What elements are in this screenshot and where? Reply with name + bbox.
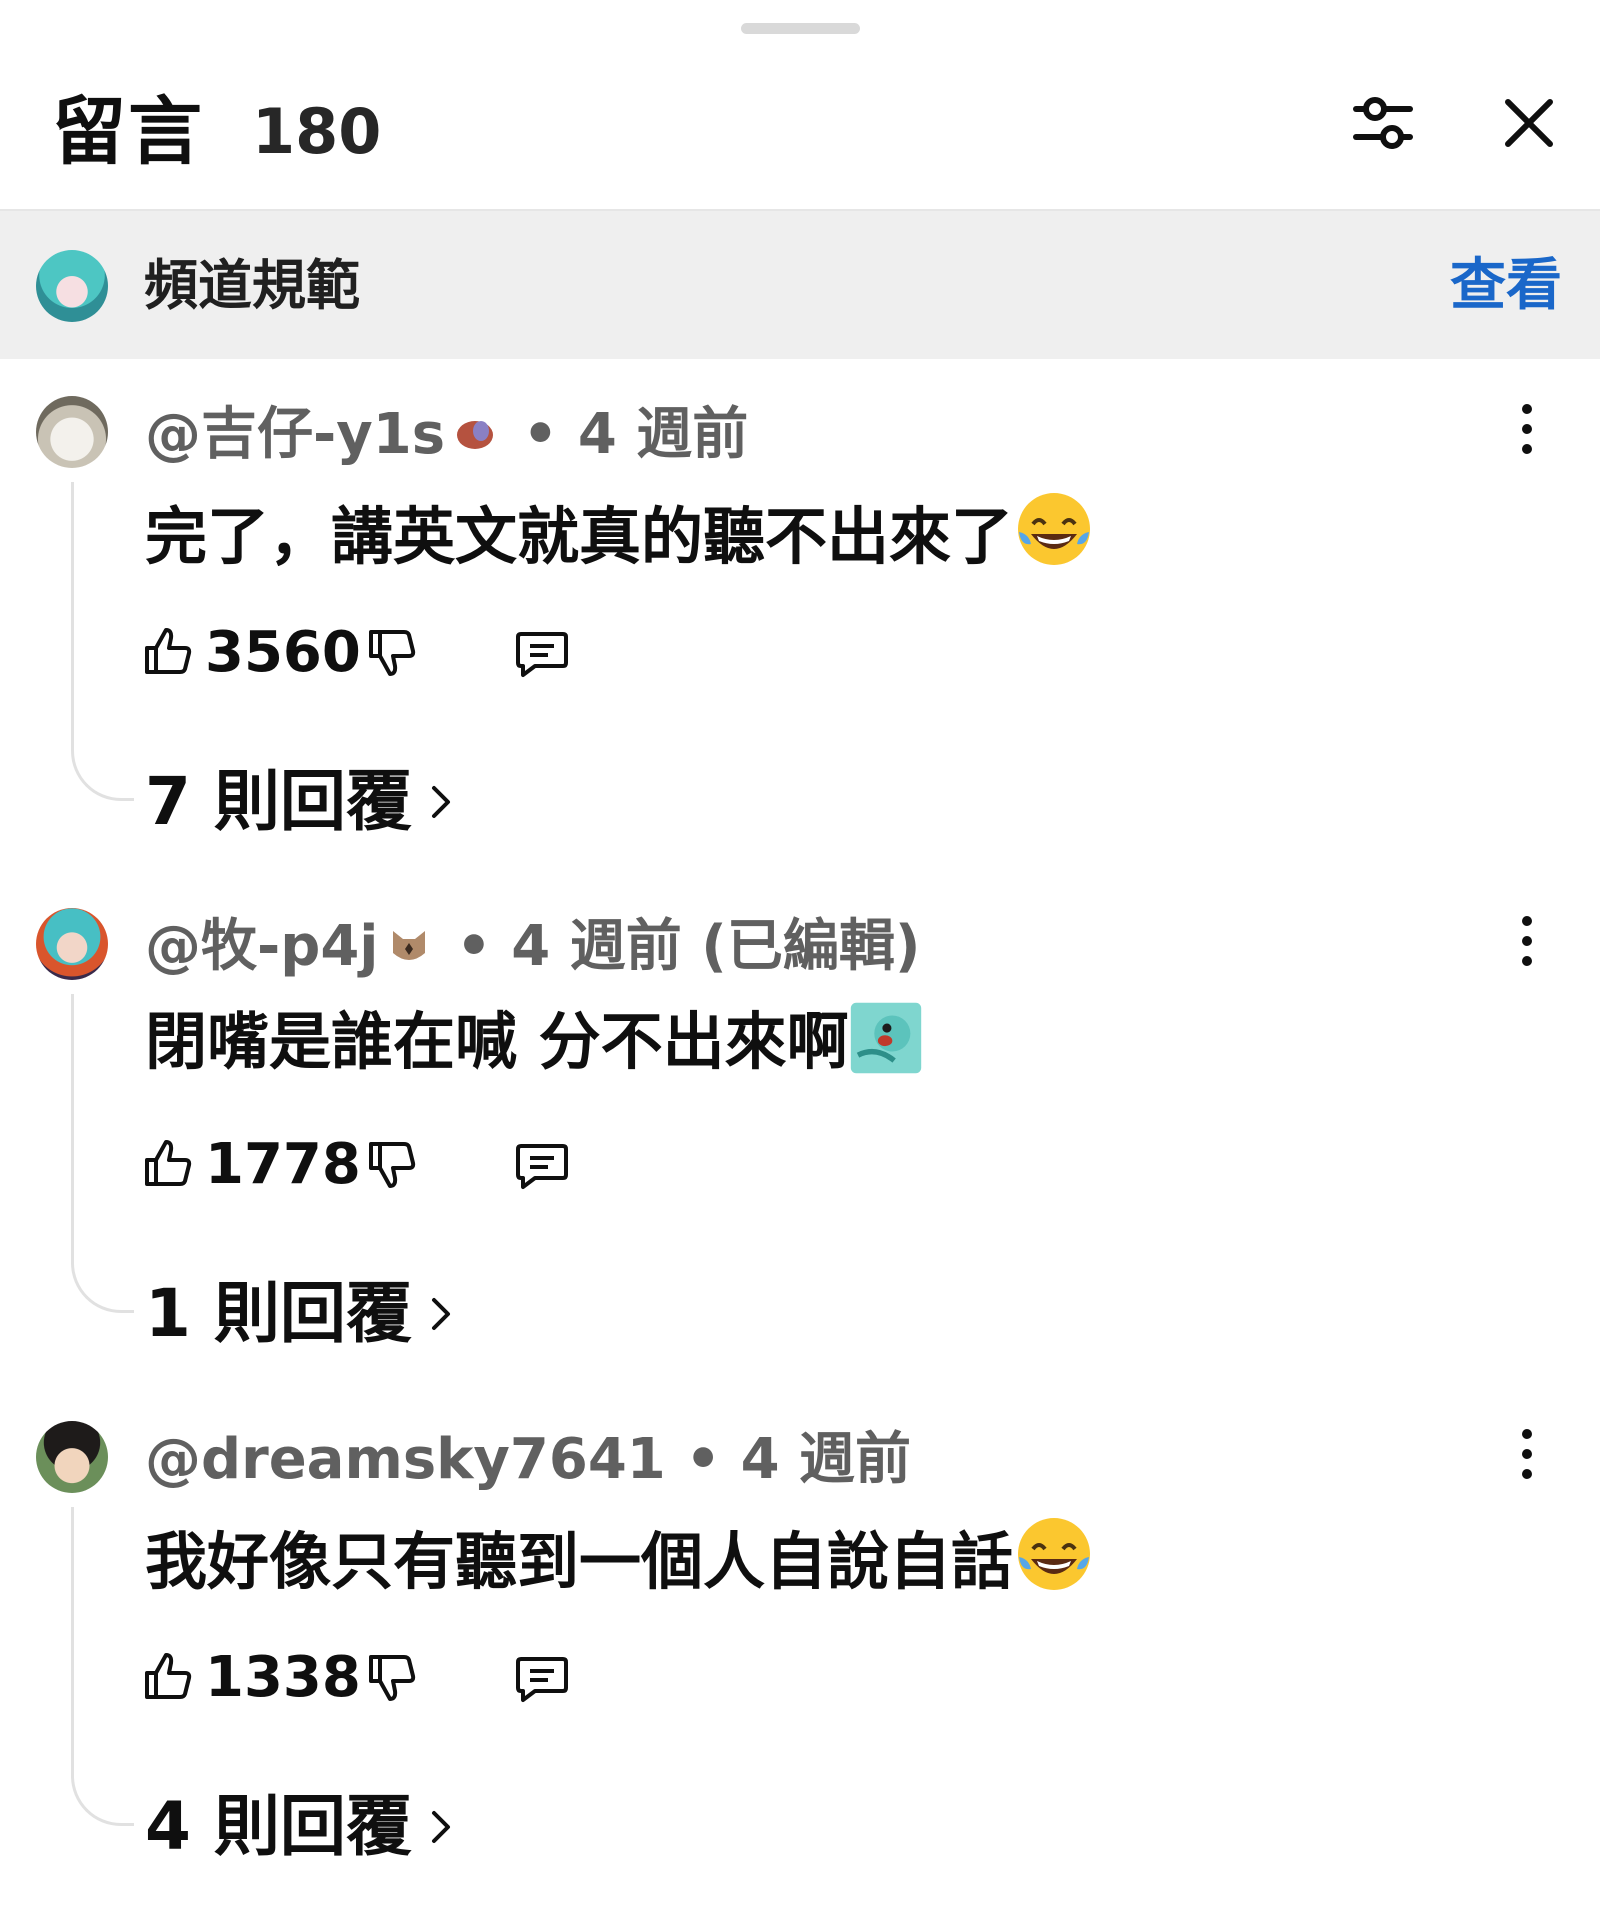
comments-header: 留言 180 (0, 0, 1600, 211)
thread-line (71, 1507, 134, 1826)
more-options-icon[interactable] (1512, 914, 1542, 968)
author-handle[interactable]: @吉仔-y1s (145, 402, 445, 467)
view-guidelines-link[interactable]: 查看 (1450, 253, 1562, 319)
author-handle[interactable]: @dreamsky7641 (145, 1427, 666, 1492)
reply-icon[interactable] (515, 628, 569, 678)
reply-icon[interactable] (515, 1653, 569, 1703)
like-count: 3560 (205, 620, 361, 685)
comment-text-content: 完了，講英文就真的聽不出來了 (145, 500, 1014, 573)
channel-avatar (36, 250, 108, 322)
view-replies-button[interactable]: 4 則回覆 (145, 1787, 456, 1867)
more-options-icon[interactable] (1512, 1427, 1542, 1481)
separator-dot: • (456, 914, 492, 979)
member-badge-icon (457, 421, 494, 449)
thumbs-up-icon[interactable] (143, 1138, 193, 1188)
member-badge-icon (392, 931, 425, 960)
replies-label: 4 則回覆 (145, 1788, 412, 1865)
close-icon[interactable] (1502, 96, 1556, 150)
comment-meta: @dreamsky7641 • 4 週前 (145, 1425, 911, 1495)
sort-filter-icon[interactable] (1350, 94, 1416, 152)
avatar[interactable] (36, 1421, 108, 1493)
comment-text: 閉嘴是誰在喊 分不出來啊 (145, 1000, 923, 1084)
sticker-emoji-icon (850, 1002, 921, 1074)
comment-text: 完了，講英文就真的聽不出來了 (145, 488, 1095, 579)
separator-dot: • (685, 1427, 722, 1492)
thumbs-down-icon[interactable] (367, 1140, 417, 1190)
comment-text-content: 閉嘴是誰在喊 分不出來啊 (145, 1005, 849, 1078)
comment-item: @吉仔-y1s • 4 週前 完了，講英文就真的聽不出來了 3560 7 則回覆 (0, 396, 1600, 904)
view-replies-button[interactable]: 7 則回覆 (145, 762, 456, 842)
like-count: 1778 (205, 1132, 361, 1197)
like-count: 1338 (205, 1645, 361, 1710)
channel-guidelines-banner[interactable]: 頻道規範 查看 (0, 211, 1600, 359)
avatar[interactable] (36, 396, 108, 468)
author-handle[interactable]: @牧-p4j (145, 914, 379, 979)
comment-meta: @吉仔-y1s • 4 週前 (145, 400, 748, 470)
comment-time: 4 週前 (511, 914, 682, 979)
chevron-right-icon (431, 1811, 450, 1843)
thumbs-up-icon[interactable] (143, 1651, 193, 1701)
comment-meta: @牧-p4j • 4 週前 (已編輯) (145, 912, 920, 982)
thumbs-down-icon[interactable] (367, 628, 417, 678)
reply-icon[interactable] (515, 1140, 569, 1190)
thumbs-down-icon[interactable] (367, 1653, 417, 1703)
thread-line (71, 482, 134, 801)
edited-label: (已編輯) (701, 914, 921, 979)
comment-time: 4 週前 (740, 1427, 912, 1492)
comment-text-content: 我好像只有聽到一個人自說自話 (145, 1525, 1014, 1598)
tears-of-joy-emoji-icon (1018, 493, 1091, 565)
thumbs-up-icon[interactable] (143, 626, 193, 676)
comment-text: 我好像只有聽到一個人自說自話 (145, 1513, 1095, 1604)
replies-label: 7 則回覆 (145, 763, 412, 840)
replies-label: 1 則回覆 (145, 1275, 412, 1352)
chevron-right-icon (431, 1298, 450, 1330)
comment-item: @dreamsky7641 • 4 週前 我好像只有聽到一個人自說自話 1338 (0, 1421, 1600, 1929)
page-title: 留言 (52, 89, 204, 175)
comment-item: @牧-p4j • 4 週前 (已編輯) 閉嘴是誰在喊 分不出來啊 1778 1 … (0, 908, 1600, 1416)
tears-of-joy-emoji-icon (1018, 1518, 1091, 1590)
thread-line (71, 994, 134, 1313)
more-options-icon[interactable] (1512, 402, 1542, 456)
view-replies-button[interactable]: 1 則回覆 (145, 1274, 456, 1354)
drag-handle[interactable] (741, 23, 860, 34)
chevron-right-icon (431, 786, 450, 818)
separator-dot: • (522, 402, 559, 467)
comment-time: 4 週前 (577, 402, 749, 467)
avatar[interactable] (36, 908, 108, 980)
guidelines-label: 頻道規範 (144, 254, 360, 317)
comment-count: 180 (252, 95, 382, 168)
